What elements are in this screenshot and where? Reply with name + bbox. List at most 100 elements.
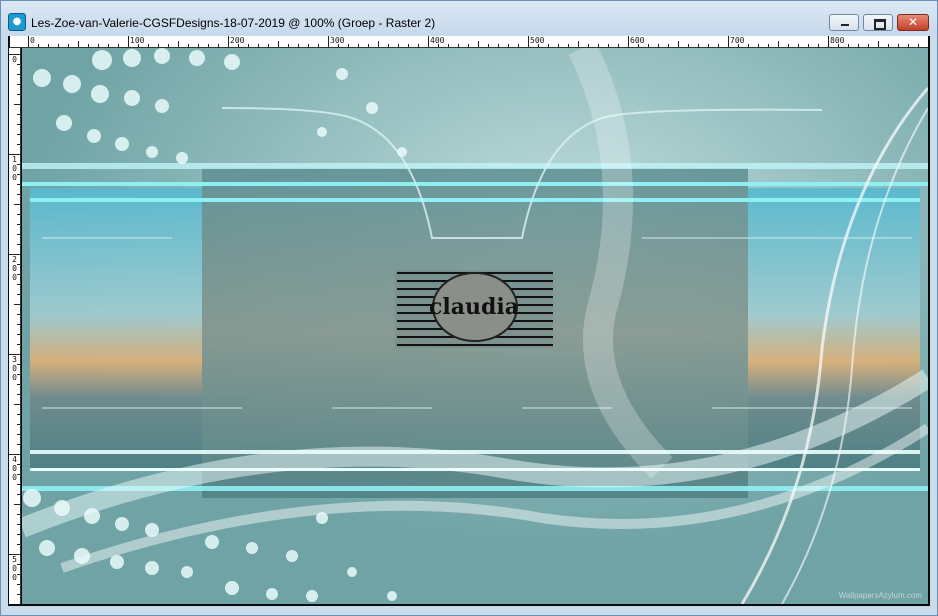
- ruler-tick: [358, 44, 359, 47]
- ruler-tick: [828, 36, 829, 47]
- ruler-tick: [17, 214, 20, 215]
- canvas-image[interactable]: claudia WallpapersAzylum.com: [22, 48, 928, 604]
- ruler-tick: [368, 44, 369, 47]
- ruler-tick: [918, 44, 919, 47]
- ruler-tick: [17, 224, 20, 225]
- ruler-label: 0: [12, 364, 17, 373]
- ruler-tick: [688, 44, 689, 47]
- ruler-tick: [17, 534, 20, 535]
- ruler-label: 0: [12, 573, 17, 582]
- ruler-tick: [17, 344, 20, 345]
- ruler-tick: [758, 44, 759, 47]
- ruler-tick: [248, 44, 249, 47]
- ruler-tick: [448, 44, 449, 47]
- ruler-tick: [17, 434, 20, 435]
- ruler-tick: [418, 44, 419, 47]
- ruler-label: 0: [12, 55, 17, 64]
- ruler-tick: [14, 404, 20, 405]
- ruler-tick: [28, 36, 29, 47]
- psp-icon[interactable]: ●: [8, 13, 26, 31]
- ruler-tick: [558, 44, 559, 47]
- ruler-tick: [14, 304, 20, 305]
- window-title: Les-Zoe-van-Valerie-CGSFDesigns-18-07-20…: [31, 16, 436, 30]
- ruler-tick: [17, 334, 20, 335]
- ruler-label: 3: [12, 355, 17, 364]
- ruler-tick: [798, 44, 799, 47]
- ruler-tick: [17, 84, 20, 85]
- ruler-tick: [218, 44, 219, 47]
- ruler-tick: [278, 41, 279, 47]
- ruler-tick: [17, 94, 20, 95]
- ruler-tick: [868, 44, 869, 47]
- minimize-icon: [830, 15, 858, 30]
- close-button[interactable]: ✕: [897, 14, 929, 31]
- ruler-label: 0: [12, 164, 17, 173]
- ruler-tick: [498, 44, 499, 47]
- ruler-tick: [17, 234, 20, 235]
- ruler-tick: [17, 244, 20, 245]
- ruler-tick: [38, 44, 39, 47]
- ruler-tick: [158, 44, 159, 47]
- ruler-tick: [14, 204, 20, 205]
- ruler-tick: [528, 36, 529, 47]
- ruler-tick: [308, 44, 309, 47]
- ruler-tick: [68, 44, 69, 47]
- ruler-tick: [748, 44, 749, 47]
- ruler-tick: [17, 444, 20, 445]
- ruler-tick: [668, 44, 669, 47]
- ruler-tick: [17, 484, 20, 485]
- ruler-label: 400: [430, 36, 445, 45]
- wallpaper-credit: WallpapersAzylum.com: [838, 591, 922, 600]
- vertical-ruler[interactable]: 0100200300400500: [9, 48, 21, 604]
- ruler-tick: [658, 44, 659, 47]
- ruler-tick: [17, 584, 20, 585]
- ruler-tick: [17, 414, 20, 415]
- ruler-tick: [17, 114, 20, 115]
- ruler-tick: [908, 44, 909, 47]
- close-icon: ✕: [907, 15, 919, 29]
- ruler-tick: [78, 41, 79, 47]
- ruler-label: 0: [12, 564, 17, 573]
- ruler-tick: [48, 44, 49, 47]
- ruler-tick: [678, 41, 679, 47]
- ruler-tick: [588, 44, 589, 47]
- ruler-label: 500: [530, 36, 545, 45]
- ruler-tick: [108, 44, 109, 47]
- ruler-tick: [168, 44, 169, 47]
- ruler-tick: [17, 314, 20, 315]
- ruler-label: 0: [12, 264, 17, 273]
- ruler-tick: [728, 36, 729, 47]
- ruler-tick: [17, 134, 20, 135]
- maximize-button[interactable]: [863, 14, 893, 31]
- ruler-tick: [14, 104, 20, 105]
- ruler-tick: [408, 44, 409, 47]
- ruler-tick: [198, 44, 199, 47]
- ruler-label: 700: [730, 36, 745, 45]
- ruler-label: 100: [130, 36, 145, 45]
- logo-text: claudia: [429, 294, 519, 320]
- ruler-tick: [808, 44, 809, 47]
- ruler-tick: [17, 524, 20, 525]
- ruler-tick: [898, 44, 899, 47]
- ruler-tick: [298, 44, 299, 47]
- ruler-tick: [98, 44, 99, 47]
- ruler-label: 1: [12, 155, 17, 164]
- ruler-tick: [17, 424, 20, 425]
- ruler-tick: [328, 36, 329, 47]
- ruler-tick: [128, 36, 129, 47]
- ruler-tick: [17, 384, 20, 385]
- ruler-tick: [428, 36, 429, 47]
- ruler-tick: [88, 44, 89, 47]
- ruler-tick: [318, 44, 319, 47]
- ruler-tick: [708, 44, 709, 47]
- ruler-tick: [188, 44, 189, 47]
- ruler-tick: [348, 44, 349, 47]
- ruler-tick: [17, 514, 20, 515]
- title-bar[interactable]: ● Les-Zoe-van-Valerie-CGSFDesigns-18-07-…: [1, 1, 937, 35]
- minimize-button[interactable]: [829, 14, 859, 31]
- ruler-tick: [178, 41, 179, 47]
- ruler-tick: [768, 44, 769, 47]
- ruler-tick: [848, 44, 849, 47]
- ruler-tick: [228, 36, 229, 47]
- horizontal-ruler[interactable]: 0 100 200 300 400 500 600 700 800: [10, 36, 928, 48]
